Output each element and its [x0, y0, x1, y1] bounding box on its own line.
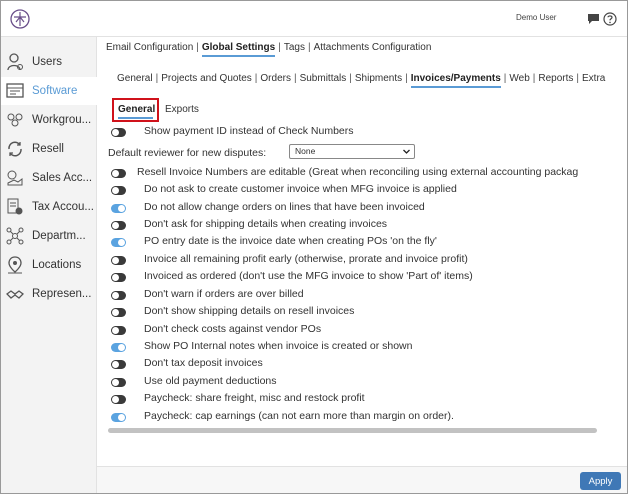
setting-label: Resell Invoice Numbers are editable (Gre… — [137, 166, 579, 178]
setting-toggle[interactable] — [111, 360, 126, 369]
workgroup-icon — [7, 113, 23, 127]
sidebar-item-label: Locations — [32, 259, 82, 271]
sidebar-item-label: Sales Acc... — [32, 172, 93, 184]
sidebar-item-departments[interactable]: Departm... — [1, 222, 97, 250]
setting-label: Invoice all remaining profit early (othe… — [144, 253, 468, 265]
sidebar-item-workgroups[interactable]: Workgrou... — [1, 106, 97, 134]
sidebar-item-users[interactable]: Users — [1, 48, 97, 76]
setting-label: Use old payment deductions — [144, 375, 277, 387]
settings-list: Resell Invoice Numbers are editable (Gre… — [97, 38, 610, 458]
top-bar: Demo User — [1, 1, 627, 37]
sidebar-item-label: Software — [32, 85, 78, 97]
sidebar-item-representatives[interactable]: Represen... — [1, 280, 97, 308]
setting-toggle[interactable] — [111, 204, 126, 213]
representative-icon — [6, 290, 24, 299]
setting-label: Do not allow change orders on lines that… — [144, 201, 425, 213]
setting-label: Do not ask to create customer invoice wh… — [144, 183, 457, 195]
setting-label: Invoiced as ordered (don't use the MFG i… — [144, 270, 473, 282]
sidebar-item-resell[interactable]: Resell — [1, 135, 97, 163]
resell-icon — [8, 141, 22, 157]
sidebar-item-sales-accounts[interactable]: Sales Acc... — [1, 164, 97, 192]
setting-label: Don't warn if orders are over billed — [144, 288, 304, 300]
setting-toggle[interactable] — [111, 273, 126, 282]
sales-account-icon — [7, 170, 23, 186]
tax-account-icon — [7, 198, 23, 215]
setting-label: Paycheck: share freight, misc and restoc… — [144, 392, 365, 404]
software-icon — [6, 83, 24, 98]
sidebar-item-label: Tax Accou... — [32, 201, 94, 213]
setting-label: Show PO Internal notes when invoice is c… — [144, 340, 413, 352]
setting-label: Don't tax deposit invoices — [144, 357, 263, 369]
setting-toggle[interactable] — [111, 291, 126, 300]
sidebar-item-software[interactable]: Software — [1, 77, 97, 105]
user-icon — [7, 53, 23, 71]
setting-toggle[interactable] — [111, 395, 126, 404]
location-icon — [8, 256, 22, 274]
setting-label: Don't check costs against vendor POs — [144, 323, 322, 335]
setting-toggle[interactable] — [111, 378, 126, 387]
chat-icon[interactable] — [587, 13, 600, 25]
user-name[interactable]: Demo User — [516, 13, 556, 22]
setting-toggle[interactable] — [111, 326, 126, 335]
setting-label: Don't ask for shipping details when crea… — [144, 218, 388, 230]
setting-label: Don't show shipping details on resell in… — [144, 305, 355, 317]
footer-bar — [97, 466, 627, 493]
setting-toggle[interactable] — [111, 413, 126, 422]
setting-toggle[interactable] — [111, 221, 126, 230]
department-icon — [6, 227, 24, 245]
setting-label: PO entry date is the invoice date when c… — [144, 235, 437, 247]
sidebar: Users Software Workgrou... Resell Sales … — [1, 37, 97, 493]
horizontal-scrollbar[interactable] — [108, 428, 597, 433]
setting-toggle[interactable] — [111, 308, 126, 317]
sidebar-item-label: Resell — [32, 143, 64, 155]
sidebar-item-tax-accounts[interactable]: Tax Accou... — [1, 193, 97, 221]
sidebar-item-locations[interactable]: Locations — [1, 251, 97, 279]
setting-toggle[interactable] — [111, 256, 126, 265]
help-icon[interactable] — [603, 12, 617, 26]
setting-toggle[interactable] — [111, 238, 126, 247]
sidebar-item-label: Workgrou... — [32, 114, 92, 126]
setting-toggle[interactable] — [111, 186, 126, 195]
setting-label: Paycheck: cap earnings (can not earn mor… — [144, 410, 454, 422]
setting-toggle[interactable] — [111, 343, 126, 352]
sidebar-item-label: Represen... — [32, 288, 92, 300]
sidebar-item-label: Departm... — [32, 230, 86, 242]
app-logo-icon[interactable] — [10, 9, 30, 29]
apply-button[interactable]: Apply — [580, 472, 621, 490]
setting-toggle[interactable] — [111, 169, 126, 178]
sidebar-item-label: Users — [32, 56, 63, 68]
